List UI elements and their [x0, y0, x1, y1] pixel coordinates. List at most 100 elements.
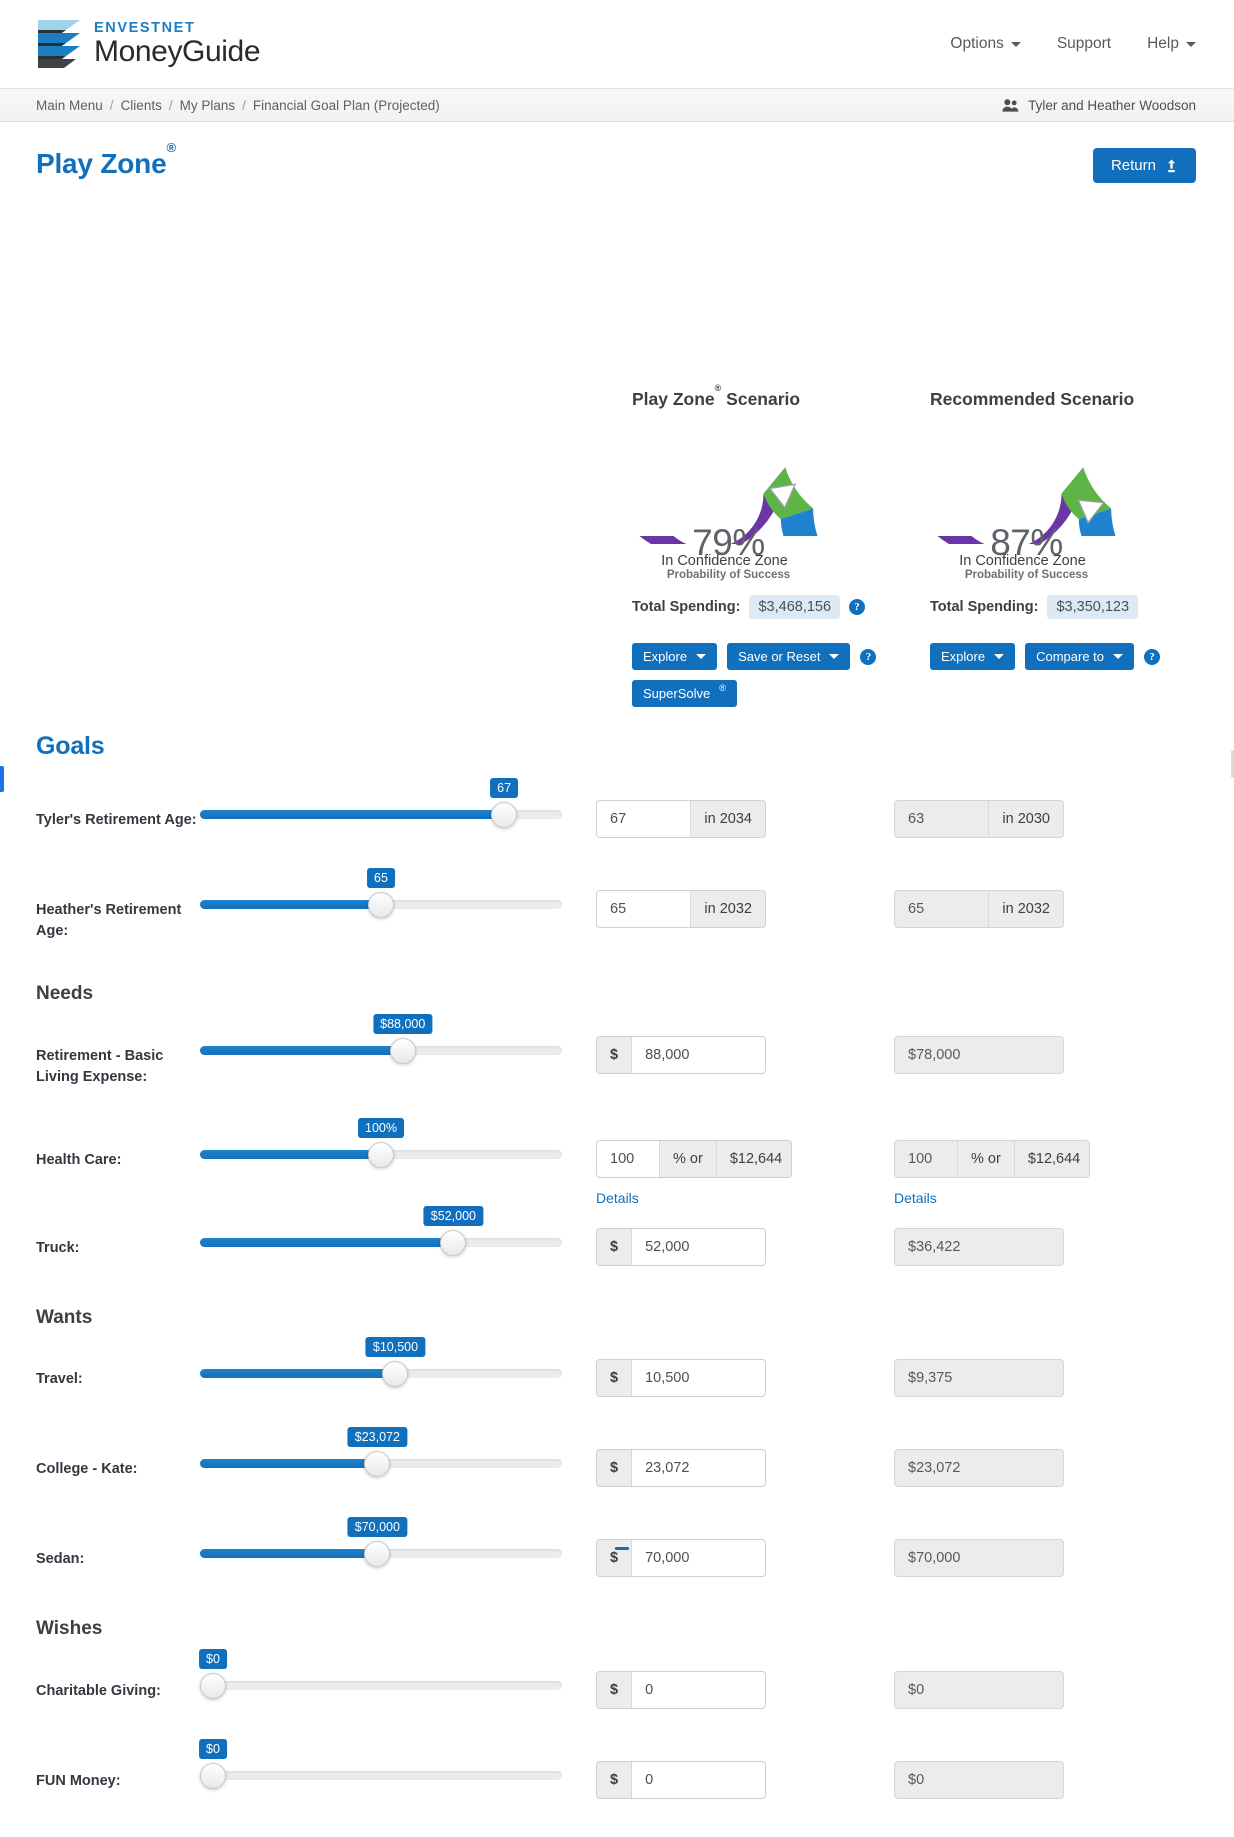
section-heading-cell: Wants: [0, 1304, 596, 1332]
slider-thumb[interactable]: [368, 1141, 394, 1168]
goal-slider[interactable]: 100%: [200, 1117, 562, 1176]
goal-slider[interactable]: $0: [199, 1738, 562, 1797]
return-button[interactable]: Return: [1092, 148, 1196, 183]
slider-thumb[interactable]: [491, 802, 518, 829]
slider-thumb[interactable]: [368, 892, 394, 919]
slider-track: [200, 1680, 562, 1690]
goal-row: Tyler's Retirement Age: 67 67 in 2034 63 in 2…: [0, 778, 1234, 839]
amount-input[interactable]: 52,000: [632, 1229, 765, 1265]
playzone-value-field[interactable]: 65 in 2032: [596, 890, 766, 929]
client-selector[interactable]: Tyler and Heather Woodson: [1002, 98, 1196, 113]
amount-input[interactable]: 23,072: [632, 1450, 765, 1486]
section-heading-cell: Needs: [0, 980, 596, 1008]
slider-value-bubble: $0: [199, 1738, 227, 1759]
value-input[interactable]: 65: [597, 891, 690, 927]
slider-value-bubble: $10,500: [365, 1337, 426, 1358]
goal-slider[interactable]: $52,000: [200, 1205, 562, 1264]
playzone-value-field[interactable]: $88,000: [596, 1035, 766, 1074]
goal-label: Tyler's Retirement Age:: [36, 812, 197, 829]
chevron-down-icon: [1010, 41, 1021, 47]
scenario-buttons-help-icon-recommended[interactable]: ?: [1144, 648, 1160, 665]
amount-input[interactable]: 0: [632, 1762, 765, 1798]
total-spending-label: Total Spending:: [930, 599, 1039, 615]
recommended-input-cell: $36,422: [894, 1214, 1192, 1266]
explore-button-label: Explore: [643, 649, 688, 664]
slider-thumb[interactable]: [200, 1762, 226, 1789]
amount-input[interactable]: 10,500: [632, 1360, 765, 1396]
chevron-down-icon: [1186, 41, 1196, 47]
goal-label: FUN Money:: [36, 1772, 121, 1789]
save-or-reset-button-playzone[interactable]: Save or Reset: [727, 643, 851, 670]
percent-input: 100: [908, 1150, 933, 1167]
chevron-down-icon: [1113, 654, 1123, 659]
year-addon: in 2032: [690, 891, 765, 928]
playzone-value-field[interactable]: 100% or $12,644: [596, 1139, 792, 1178]
recommended-input-cell: $23,072: [894, 1435, 1192, 1488]
supersolve-button[interactable]: SuperSolve ®: [632, 680, 737, 707]
recommended-value-field: $0: [894, 1670, 1064, 1709]
playzone-value-field[interactable]: $10,500: [596, 1359, 766, 1398]
playzone-details-link[interactable]: Details: [596, 1190, 639, 1206]
playzone-value-field[interactable]: $0: [596, 1760, 766, 1799]
breadcrumb-my-plans[interactable]: My Plans: [180, 98, 236, 113]
slider-thumb[interactable]: [364, 1451, 391, 1478]
percent-or-addon: % or: [957, 1140, 1014, 1177]
explore-button-playzone[interactable]: Explore: [632, 643, 718, 670]
section-heading-cell: Wishes: [0, 1615, 596, 1643]
nav-support[interactable]: Support: [1057, 35, 1111, 53]
slider-thumb[interactable]: [200, 1672, 226, 1699]
total-spending-help-icon[interactable]: ?: [849, 599, 866, 615]
amount-readonly: $36,422: [908, 1238, 961, 1255]
compare-to-button-recommended[interactable]: Compare to: [1025, 643, 1134, 670]
recommended-input-cell: 100 % or $12,644 Details: [894, 1126, 1192, 1208]
nav-help[interactable]: Help: [1147, 35, 1196, 53]
value-input[interactable]: 67: [597, 801, 690, 837]
slider-thumb[interactable]: [440, 1229, 467, 1256]
goals-heading-cell: Goals: [0, 728, 596, 764]
slider-thumb[interactable]: [382, 1361, 409, 1388]
slider-thumb[interactable]: [389, 1037, 416, 1064]
goal-row: Charitable Giving: $0 $0 $0: [0, 1648, 1234, 1709]
goal-slider-cell: $23,072: [200, 1427, 596, 1485]
section-heading: Wants: [36, 1306, 93, 1328]
amount-readonly: $0: [908, 1681, 925, 1698]
goal-slider[interactable]: $10,500: [200, 1337, 562, 1395]
scenario-buttons-help-icon-playzone[interactable]: ?: [860, 648, 877, 665]
goal-slider[interactable]: $23,072: [200, 1427, 562, 1485]
percent-input[interactable]: 100: [597, 1141, 659, 1177]
nav-options[interactable]: Options: [950, 35, 1021, 53]
supersolve-label: SuperSolve: [643, 686, 711, 701]
chevron-down-icon: [696, 654, 707, 659]
playzone-value-field[interactable]: 67 in 2034: [596, 800, 766, 839]
goal-slider[interactable]: $88,000: [200, 1013, 562, 1072]
amount-input[interactable]: 70,000: [632, 1540, 765, 1576]
playzone-value-field[interactable]: $0: [596, 1670, 766, 1709]
brand-logo[interactable]: ENVESTNET MoneyGuide: [36, 16, 261, 72]
amount-input[interactable]: 88,000: [632, 1037, 765, 1073]
amount-readonly: $23,072: [908, 1460, 961, 1477]
goal-slider[interactable]: 65: [200, 868, 562, 926]
goal-label: Charitable Giving:: [36, 1682, 161, 1699]
computed-amount: $12,644: [715, 1140, 791, 1177]
playzone-value-field[interactable]: $70,000: [596, 1539, 766, 1578]
goal-slider[interactable]: $0: [199, 1648, 562, 1707]
scenario-column-playzone: Play Zone® Scenario 79% Probability of Suc…: [632, 383, 930, 707]
breadcrumb-main-menu[interactable]: Main Menu: [36, 98, 103, 113]
goal-slider[interactable]: 67: [200, 778, 562, 836]
playzone-value-field[interactable]: $52,000: [596, 1227, 766, 1266]
slider-thumb[interactable]: [364, 1541, 391, 1568]
slider-fill: [200, 1459, 378, 1469]
playzone-input-cell: 65 in 2032: [596, 876, 894, 929]
goal-label: College - Kate:: [36, 1461, 138, 1478]
amount-input[interactable]: 0: [632, 1672, 765, 1708]
left-edge-focus-marker: [0, 766, 4, 792]
recommended-details-link[interactable]: Details: [894, 1190, 937, 1206]
page-title-registered-mark: ®: [166, 139, 176, 155]
explore-button-recommended[interactable]: Explore: [930, 643, 1016, 670]
compare-to-button-label: Compare to: [1036, 649, 1104, 664]
playzone-value-field[interactable]: $23,072: [596, 1449, 766, 1488]
goal-slider[interactable]: $70,000: [200, 1517, 562, 1575]
breadcrumb-clients[interactable]: Clients: [121, 98, 162, 113]
bottom-indicator: [615, 1547, 629, 1550]
scenario-column-recommended: Recommended Scenario 87% Probability of Su…: [930, 389, 1228, 707]
